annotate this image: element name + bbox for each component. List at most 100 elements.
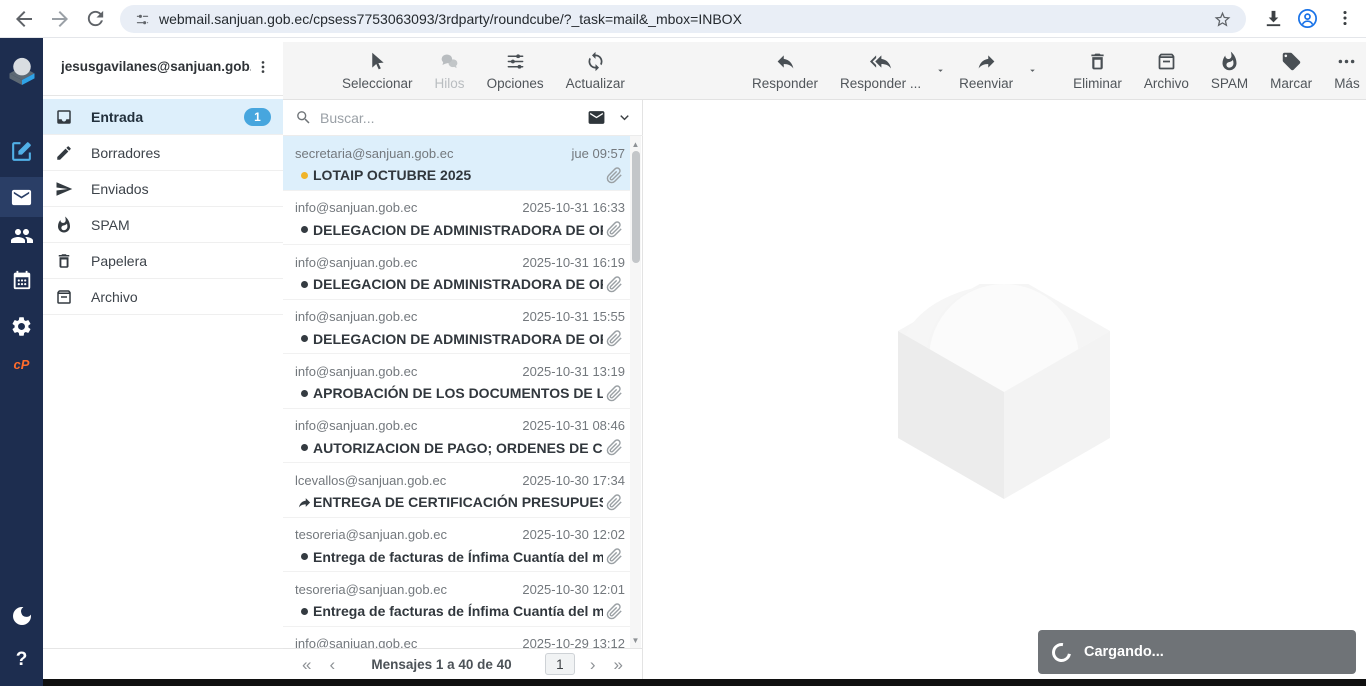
message-row[interactable]: info@sanjuan.gob.ec2025-10-31 15:55 DELE… <box>283 300 631 355</box>
account-menu-kebab[interactable] <box>251 55 275 79</box>
bottom-edge-strip <box>43 679 1366 686</box>
bookmark-star-icon[interactable] <box>1213 10 1232 29</box>
mail-nav-button[interactable] <box>0 177 43 217</box>
message-view-pane <box>643 100 1366 686</box>
sidebar-bottom-bar <box>43 648 283 679</box>
message-row[interactable]: secretaria@sanjuan.gob.ecjue 09:57 LOTAI… <box>283 136 631 191</box>
forward-dropdown-caret[interactable] <box>1024 42 1040 100</box>
prev-page-button[interactable]: ‹ <box>320 656 344 673</box>
spam-button[interactable]: SPAM <box>1200 42 1259 100</box>
paper-plane-icon <box>55 180 73 198</box>
url-bar[interactable]: webmail.sanjuan.gob.ec/cpsess7753063093/… <box>120 5 1246 33</box>
folder-label: Borradores <box>91 145 271 161</box>
message-subject: LOTAIP OCTUBRE 2025 <box>313 167 603 183</box>
page-number-input[interactable] <box>545 653 575 675</box>
unread-dot-icon[interactable] <box>295 226 313 233</box>
unread-dot-icon[interactable] <box>295 608 313 615</box>
message-row[interactable]: tesoreria@sanjuan.gob.ec2025-10-30 12:01… <box>283 572 631 627</box>
message-sender: tesoreria@sanjuan.gob.ec <box>295 582 514 597</box>
search-scope-mail-icon[interactable] <box>587 108 606 127</box>
attachment-paperclip-icon <box>603 167 625 184</box>
app-rail: cP ? <box>0 38 43 686</box>
message-row[interactable]: lcevallos@sanjuan.gob.ec2025-10-30 17:34… <box>283 463 631 518</box>
unread-dot-icon[interactable] <box>295 390 313 397</box>
scrollbar-down-arrow[interactable]: ▼ <box>630 634 641 646</box>
account-email: jesusgavilanes@sanjuan.gob.... <box>61 59 251 74</box>
folder-item-trash[interactable]: Papelera <box>43 243 283 279</box>
cpanel-icon: cP <box>14 357 30 372</box>
trash-icon <box>55 252 73 270</box>
unread-dot-icon[interactable] <box>295 281 313 288</box>
reply-icon <box>775 51 796 72</box>
message-sender: info@sanjuan.gob.ec <box>295 200 514 215</box>
scrollbar-up-arrow[interactable]: ▲ <box>630 138 641 150</box>
scrollbar-thumb[interactable] <box>632 151 640 263</box>
folder-label: Papelera <box>91 253 271 269</box>
next-page-button[interactable]: › <box>581 656 605 673</box>
reply-all-button[interactable]: Responder ... <box>829 42 932 100</box>
message-row[interactable]: info@sanjuan.gob.ec2025-10-29 13:12 <box>283 627 631 649</box>
archive-button[interactable]: Archivo <box>1133 42 1200 100</box>
browser-back-button[interactable] <box>12 7 36 31</box>
folder-item-archive[interactable]: Archivo <box>43 279 283 315</box>
browser-menu-kebab[interactable] <box>1334 7 1358 31</box>
refresh-button[interactable]: Actualizar <box>555 42 636 100</box>
message-sender: info@sanjuan.gob.ec <box>295 309 514 324</box>
url-text[interactable]: webmail.sanjuan.gob.ec/cpsess7753063093/… <box>159 11 1213 27</box>
folder-label: Entrada <box>91 109 244 125</box>
mark-button[interactable]: Marcar <box>1259 42 1323 100</box>
threads-button[interactable]: Hilos <box>424 42 476 100</box>
contacts-nav-button[interactable] <box>0 216 43 256</box>
download-button[interactable] <box>1262 7 1286 31</box>
unread-dot-icon[interactable] <box>295 553 313 560</box>
message-row[interactable]: tesoreria@sanjuan.gob.ec2025-10-30 12:02… <box>283 518 631 573</box>
message-subject: Entrega de facturas de Ínfima Cuantía de… <box>313 603 603 619</box>
trash-icon <box>1087 51 1108 72</box>
calendar-nav-button[interactable] <box>0 260 43 300</box>
search-input[interactable] <box>320 110 587 126</box>
message-sender: info@sanjuan.gob.ec <box>295 364 514 379</box>
search-options-chevron-icon[interactable] <box>616 109 633 126</box>
spinner-icon <box>1048 639 1074 665</box>
cpanel-nav-button[interactable]: cP <box>0 344 43 384</box>
message-row[interactable]: info@sanjuan.gob.ec2025-10-31 08:46 AUTO… <box>283 409 631 464</box>
options-button[interactable]: Opciones <box>476 42 555 100</box>
profile-button[interactable] <box>1296 7 1320 31</box>
attachment-paperclip-icon <box>603 548 625 565</box>
select-button[interactable]: Seleccionar <box>331 42 424 100</box>
reply-all-dropdown-caret[interactable] <box>932 42 948 100</box>
message-row[interactable]: info@sanjuan.gob.ec2025-10-31 13:19 APRO… <box>283 354 631 409</box>
message-subject: ENTREGA DE CERTIFICACIÓN PRESUPUEST... <box>313 494 603 510</box>
compose-button[interactable] <box>0 131 43 171</box>
reply-button[interactable]: Responder <box>741 42 829 100</box>
unread-dot-icon[interactable] <box>295 335 313 342</box>
last-page-button[interactable]: » <box>605 656 632 673</box>
unread-dot-icon[interactable] <box>295 444 313 451</box>
fire-icon <box>1219 51 1240 72</box>
delete-button[interactable]: Eliminar <box>1062 42 1133 100</box>
folder-item-sent[interactable]: Enviados <box>43 171 283 207</box>
browser-reload-button[interactable] <box>84 7 108 31</box>
folder-item-inbox[interactable]: Entrada 1 <box>43 99 283 135</box>
loading-toast: Cargando... <box>1038 630 1356 674</box>
more-button[interactable]: Más <box>1323 42 1366 100</box>
message-sender: info@sanjuan.gob.ec <box>295 636 514 648</box>
flagged-dot-icon[interactable] <box>295 172 313 179</box>
list-scrollbar[interactable]: ▲ ▼ <box>630 136 641 648</box>
forwarded-arrow-icon <box>295 495 313 510</box>
message-row[interactable]: info@sanjuan.gob.ec2025-10-31 16:33 DELE… <box>283 191 631 246</box>
forward-button[interactable]: Reenviar <box>948 42 1024 100</box>
folder-item-spam[interactable]: SPAM <box>43 207 283 243</box>
settings-nav-button[interactable] <box>0 306 43 346</box>
dark-mode-button[interactable] <box>0 596 43 636</box>
message-row[interactable]: info@sanjuan.gob.ec2025-10-31 16:19 DELE… <box>283 245 631 300</box>
message-sender: info@sanjuan.gob.ec <box>295 255 514 270</box>
site-settings-icon[interactable] <box>134 11 151 28</box>
first-page-button[interactable]: « <box>293 656 320 673</box>
message-date: 2025-10-30 17:34 <box>522 473 625 488</box>
help-button[interactable]: ? <box>0 640 43 680</box>
logout-button[interactable] <box>0 682 43 686</box>
folder-item-drafts[interactable]: Borradores <box>43 135 283 171</box>
message-date: 2025-10-30 12:02 <box>522 527 625 542</box>
browser-forward-button[interactable] <box>48 7 72 31</box>
